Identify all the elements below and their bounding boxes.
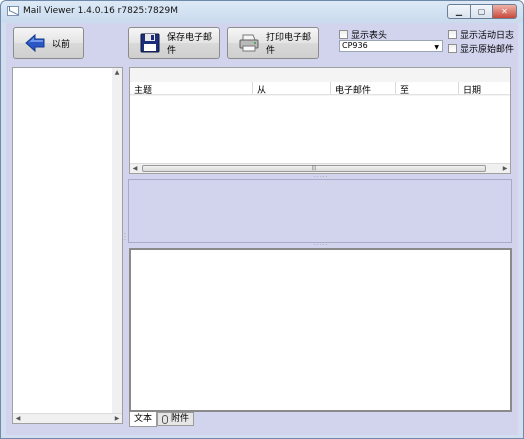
minimize-button[interactable]: ▁ [447, 4, 471, 19]
show-activity-log-checkbox[interactable]: 显示活动日志 [448, 28, 514, 41]
back-button[interactable]: 以前 [13, 27, 84, 59]
print-email-button[interactable]: 打印电子邮件 [227, 27, 319, 59]
maximize-button[interactable]: ▢ [471, 4, 493, 19]
floppy-disk-icon [140, 33, 160, 53]
column-divider[interactable] [395, 82, 396, 94]
scroll-right-icon[interactable]: ▶ [500, 164, 510, 173]
app-window: Mail Viewer 1.4.0.16 r7825:7829M ▁ ▢ ✕ 以… [0, 0, 524, 439]
save-email-button[interactable]: 保存电子邮件 [128, 27, 220, 59]
column-header-date[interactable]: 日期 [463, 83, 481, 96]
folder-tree-panel[interactable]: ▲ ◀ ▶ [12, 67, 123, 424]
scroll-up-icon[interactable]: ▲ [112, 68, 122, 77]
folder-tree-vertical-scrollbar[interactable]: ▲ [112, 68, 122, 413]
back-button-label: 以前 [52, 39, 71, 50]
client-area: 以前 保存电子邮件 打印电子邮件 显示表头 CP936 ▼ 显示活动日志 显示原… [6, 23, 518, 435]
scrollbar-thumb[interactable]: ||| [142, 165, 486, 172]
mail-header-panel [128, 179, 512, 243]
mail-body-panel[interactable] [129, 248, 512, 412]
scroll-left-icon[interactable]: ◀ [13, 414, 23, 423]
mail-app-icon [7, 6, 19, 16]
window-controls: ▁ ▢ ✕ [447, 4, 517, 19]
tab-attachments[interactable]: 附件 [157, 412, 195, 426]
scroll-left-icon[interactable]: ◀ [130, 164, 140, 173]
checkbox-box[interactable] [339, 30, 348, 39]
message-list-horizontal-scrollbar[interactable]: ◀ ||| ▶ [130, 163, 510, 173]
column-header-subject[interactable]: 主题 [134, 83, 152, 96]
column-header-from[interactable]: 从 [257, 83, 266, 96]
message-list-header: 主题 从 电子邮件 至 日期 [130, 82, 510, 96]
encoding-value: CP936 [342, 41, 368, 50]
print-button-label: 打印电子邮件 [266, 33, 312, 56]
message-list-body[interactable] [130, 96, 510, 163]
column-header-email[interactable]: 电子邮件 [335, 83, 371, 96]
tab-text-label: 文本 [134, 414, 153, 424]
close-button[interactable]: ✕ [493, 4, 517, 19]
folder-tree-horizontal-scrollbar[interactable]: ◀ ▶ [13, 413, 122, 423]
tab-attachments-label: 附件 [171, 414, 190, 424]
message-list-panel[interactable]: 主题 从 电子邮件 至 日期 ◀ ||| ▶ [129, 67, 511, 174]
show-activity-log-label: 显示活动日志 [460, 31, 515, 41]
title-bar[interactable]: Mail Viewer 1.4.0.16 r7825:7829M ▁ ▢ ✕ [1, 1, 523, 23]
paperclip-icon [162, 414, 169, 424]
column-divider[interactable] [252, 82, 253, 94]
close-icon: ✕ [501, 7, 508, 16]
column-header-to[interactable]: 至 [400, 83, 409, 96]
column-divider[interactable] [458, 82, 459, 94]
printer-icon [239, 34, 259, 52]
scroll-right-icon[interactable]: ▶ [112, 414, 122, 423]
maximize-icon: ▢ [477, 7, 486, 16]
chevron-down-icon[interactable]: ▼ [434, 43, 439, 53]
tab-text[interactable]: 文本 [129, 412, 158, 427]
minimize-icon: ▁ [455, 7, 463, 16]
checkbox-box[interactable] [448, 44, 457, 53]
encoding-select[interactable]: CP936 ▼ [339, 40, 443, 52]
window-title: Mail Viewer 1.4.0.16 r7825:7829M [23, 6, 178, 16]
save-button-label: 保存电子邮件 [167, 33, 213, 56]
show-raw-mail-label: 显示原始邮件 [460, 45, 515, 55]
checkbox-box[interactable] [448, 30, 457, 39]
show-raw-mail-checkbox[interactable]: 显示原始邮件 [448, 42, 514, 55]
column-divider[interactable] [330, 82, 331, 94]
body-tabs: 文本 附件 [129, 412, 195, 427]
back-arrow-icon [25, 33, 45, 53]
